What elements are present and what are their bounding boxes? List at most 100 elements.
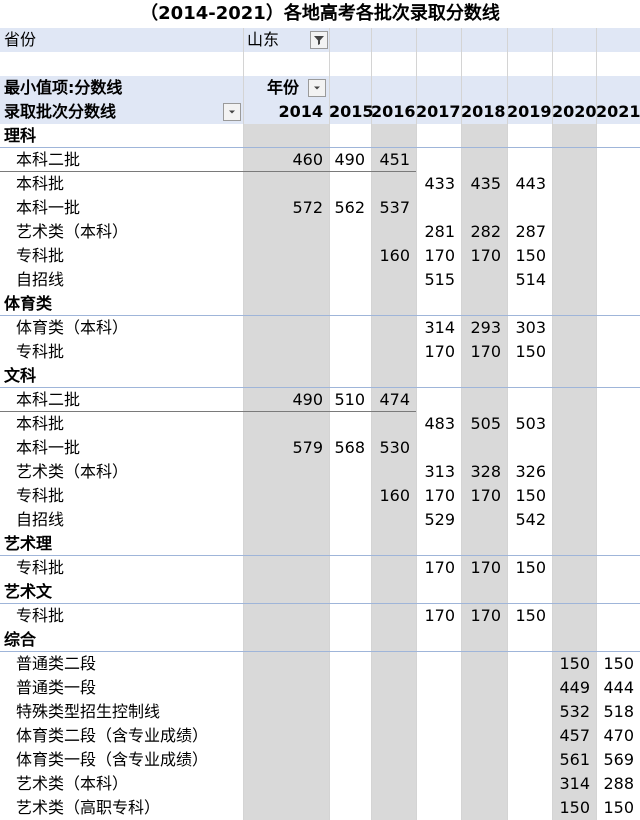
value-cell[interactable] [329, 412, 371, 436]
value-cell[interactable]: 569 [596, 748, 640, 772]
value-cell[interactable]: 470 [596, 724, 640, 748]
value-cell[interactable] [371, 532, 416, 556]
value-cell[interactable] [243, 460, 329, 484]
value-cell[interactable] [371, 652, 416, 676]
value-cell[interactable] [329, 364, 371, 388]
value-cell[interactable] [329, 124, 371, 148]
value-cell[interactable] [371, 628, 416, 652]
value-cell[interactable] [243, 580, 329, 604]
row-field-filter-button[interactable] [223, 103, 241, 121]
value-cell[interactable] [552, 340, 596, 364]
value-cell[interactable]: 561 [552, 748, 596, 772]
value-cell[interactable] [243, 700, 329, 724]
value-cell[interactable] [596, 460, 640, 484]
value-cell[interactable] [552, 484, 596, 508]
value-cell[interactable] [243, 676, 329, 700]
value-cell[interactable]: 483 [416, 412, 461, 436]
value-cell[interactable] [329, 220, 371, 244]
value-cell[interactable] [552, 292, 596, 316]
value-cell[interactable]: 170 [461, 484, 507, 508]
value-cell[interactable] [371, 340, 416, 364]
value-cell[interactable] [416, 748, 461, 772]
value-cell[interactable]: 170 [416, 484, 461, 508]
value-cell[interactable] [461, 532, 507, 556]
value-cell[interactable] [243, 316, 329, 340]
value-cell[interactable] [461, 796, 507, 820]
value-cell[interactable] [371, 508, 416, 532]
value-cell[interactable]: 160 [371, 484, 416, 508]
value-cell[interactable] [552, 604, 596, 628]
value-cell[interactable] [596, 580, 640, 604]
value-cell[interactable] [243, 532, 329, 556]
value-cell[interactable] [243, 484, 329, 508]
value-cell[interactable] [552, 532, 596, 556]
year-filter-button[interactable] [308, 79, 326, 97]
value-cell[interactable] [371, 748, 416, 772]
value-cell[interactable] [552, 268, 596, 292]
value-cell[interactable] [552, 508, 596, 532]
value-cell[interactable]: 490 [243, 388, 329, 412]
value-cell[interactable] [416, 676, 461, 700]
value-cell[interactable] [416, 364, 461, 388]
value-cell[interactable] [416, 196, 461, 220]
value-cell[interactable] [552, 124, 596, 148]
value-cell[interactable]: 150 [596, 796, 640, 820]
value-cell[interactable]: 170 [461, 556, 507, 580]
value-cell[interactable] [552, 172, 596, 196]
value-cell[interactable] [596, 436, 640, 460]
value-cell[interactable]: 326 [507, 460, 552, 484]
value-cell[interactable]: 170 [416, 604, 461, 628]
value-cell[interactable] [461, 148, 507, 172]
value-cell[interactable] [243, 244, 329, 268]
value-cell[interactable] [552, 220, 596, 244]
value-cell[interactable] [329, 508, 371, 532]
value-cell[interactable] [329, 316, 371, 340]
value-cell[interactable]: 503 [507, 412, 552, 436]
value-cell[interactable] [243, 172, 329, 196]
value-cell[interactable]: 314 [416, 316, 461, 340]
value-cell[interactable] [243, 268, 329, 292]
value-cell[interactable] [371, 772, 416, 796]
value-cell[interactable]: 460 [243, 148, 329, 172]
value-cell[interactable] [243, 796, 329, 820]
value-cell[interactable] [507, 196, 552, 220]
value-cell[interactable]: 150 [507, 244, 552, 268]
value-cell[interactable] [371, 364, 416, 388]
value-cell[interactable]: 328 [461, 460, 507, 484]
value-cell[interactable] [371, 268, 416, 292]
value-cell[interactable]: 529 [416, 508, 461, 532]
value-cell[interactable] [416, 628, 461, 652]
value-cell[interactable] [507, 748, 552, 772]
value-cell[interactable] [243, 220, 329, 244]
value-cell[interactable] [416, 724, 461, 748]
value-cell[interactable] [416, 436, 461, 460]
value-cell[interactable] [416, 532, 461, 556]
value-cell[interactable] [596, 292, 640, 316]
value-cell[interactable] [371, 556, 416, 580]
value-cell[interactable] [507, 436, 552, 460]
value-cell[interactable] [596, 340, 640, 364]
value-cell[interactable]: 510 [329, 388, 371, 412]
value-cell[interactable] [416, 772, 461, 796]
value-cell[interactable] [329, 556, 371, 580]
value-cell[interactable] [329, 796, 371, 820]
value-cell[interactable] [329, 700, 371, 724]
value-cell[interactable] [461, 628, 507, 652]
value-cell[interactable] [243, 748, 329, 772]
value-cell[interactable]: 150 [596, 652, 640, 676]
value-cell[interactable] [243, 340, 329, 364]
value-cell[interactable] [596, 196, 640, 220]
value-cell[interactable]: 170 [416, 244, 461, 268]
value-cell[interactable] [329, 652, 371, 676]
value-cell[interactable] [329, 172, 371, 196]
value-cell[interactable] [507, 628, 552, 652]
value-cell[interactable] [552, 364, 596, 388]
value-cell[interactable] [329, 604, 371, 628]
value-cell[interactable]: 150 [507, 604, 552, 628]
value-cell[interactable]: 444 [596, 676, 640, 700]
value-cell[interactable] [329, 340, 371, 364]
value-cell[interactable] [329, 580, 371, 604]
value-cell[interactable]: 490 [329, 148, 371, 172]
value-cell[interactable]: 303 [507, 316, 552, 340]
value-cell[interactable]: 288 [596, 772, 640, 796]
